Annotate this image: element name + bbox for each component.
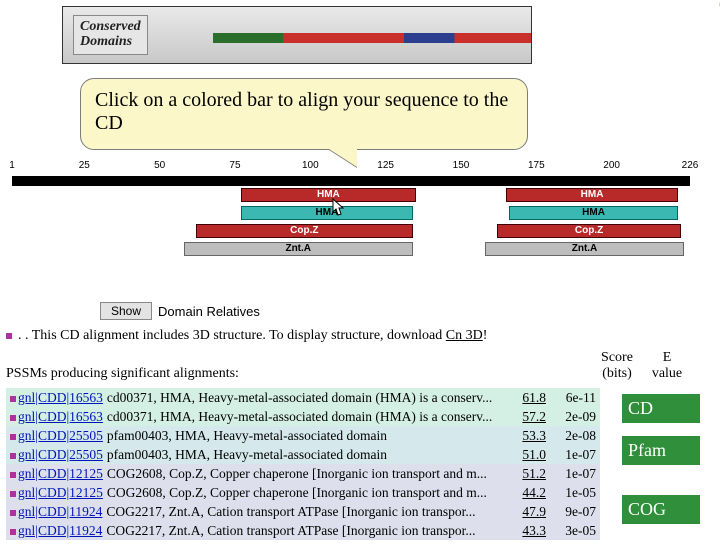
bullet-icon bbox=[10, 434, 16, 440]
pointer-cursor-icon bbox=[330, 198, 346, 218]
show-button[interactable]: Show bbox=[100, 302, 152, 320]
domain-bar[interactable]: HMA bbox=[506, 188, 678, 202]
hit-evalue: 9e-07 bbox=[546, 504, 596, 520]
hit-score[interactable]: 53.3 bbox=[506, 428, 546, 444]
show-relatives-row: Show Domain Relatives bbox=[100, 302, 720, 320]
group-tag-cog: COG bbox=[622, 495, 700, 524]
hit-evalue: 1e-07 bbox=[546, 466, 596, 482]
hit-row: gnl|CDD|16563 cd00371, HMA, Heavy-metal-… bbox=[6, 388, 600, 407]
hit-desc: COG2217, Znt.A, Cation transport ATPase … bbox=[106, 504, 506, 520]
domain-bar[interactable]: HMA bbox=[241, 206, 413, 220]
hit-id-link[interactable]: gnl|CDD|16563 bbox=[18, 390, 103, 406]
bullet-icon bbox=[10, 415, 16, 421]
brand-vertical: NCBI Field.Guide bbox=[714, 0, 720, 10]
ruler-tick: 125 bbox=[377, 160, 394, 171]
domain-track-row: Cop.Z Cop.Z bbox=[12, 222, 690, 240]
hit-score[interactable]: 61.8 bbox=[506, 390, 546, 406]
ruler-tick: 226 bbox=[682, 160, 699, 171]
group-tag-pfam: Pfam bbox=[622, 436, 700, 465]
domain-bar[interactable]: Cop.Z bbox=[497, 224, 681, 238]
bullet-icon bbox=[10, 396, 16, 402]
hit-desc: COG2608, Cop.Z, Copper chaperone [Inorga… bbox=[107, 466, 506, 482]
note-text: . . This CD alignment includes 3D struct… bbox=[18, 328, 446, 343]
ruler-tick: 175 bbox=[528, 160, 545, 171]
conserved-domains-banner: Conserved Domains bbox=[62, 6, 532, 64]
domain-bar[interactable]: Cop.Z bbox=[196, 224, 413, 238]
hit-row: gnl|CDD|12125 COG2608, Cop.Z, Copper cha… bbox=[6, 464, 600, 483]
hit-desc: cd00371, HMA, Heavy-metal-associated dom… bbox=[107, 409, 506, 425]
hit-id-link[interactable]: gnl|CDD|16563 bbox=[18, 409, 103, 425]
domain-track-row: HMA HMA bbox=[12, 204, 690, 222]
hit-score[interactable]: 43.3 bbox=[506, 523, 546, 539]
bullet-icon bbox=[10, 472, 16, 478]
hit-score[interactable]: 51.0 bbox=[506, 447, 546, 463]
hit-row: gnl|CDD|11924 COG2217, Znt.A, Cation tra… bbox=[6, 502, 600, 521]
hit-id-link[interactable]: gnl|CDD|12125 bbox=[18, 466, 103, 482]
hit-score[interactable]: 44.2 bbox=[506, 485, 546, 501]
hit-row: gnl|CDD|16563 cd00371, HMA, Heavy-metal-… bbox=[6, 407, 600, 426]
hit-evalue: 3e-05 bbox=[546, 523, 596, 539]
ruler-tick: 25 bbox=[79, 160, 90, 171]
hint-tooltip: Click on a colored bar to align your seq… bbox=[80, 78, 528, 150]
hit-score[interactable]: 57.2 bbox=[506, 409, 546, 425]
hit-evalue: 2e-08 bbox=[546, 428, 596, 444]
hit-id-link[interactable]: gnl|CDD|25505 bbox=[18, 447, 103, 463]
ruler-tick: 50 bbox=[154, 160, 165, 171]
domain-track-row: HMA HMA bbox=[12, 186, 690, 204]
cn3d-note: . . This CD alignment includes 3D struct… bbox=[6, 328, 720, 344]
banner-color-strip bbox=[213, 33, 531, 43]
query-sequence-bar bbox=[12, 176, 690, 186]
hit-score[interactable]: 51.2 bbox=[506, 466, 546, 482]
pssm-header-score: Score (bits) bbox=[592, 350, 642, 382]
hit-row: gnl|CDD|25505 pfam00403, HMA, Heavy-meta… bbox=[6, 445, 600, 464]
domain-bar[interactable]: HMA bbox=[509, 206, 678, 220]
show-label: Domain Relatives bbox=[158, 304, 260, 319]
hits-table: gnl|CDD|16563 cd00371, HMA, Heavy-metal-… bbox=[6, 388, 600, 540]
hit-id-link[interactable]: gnl|CDD|11924 bbox=[18, 504, 102, 520]
hit-score[interactable]: 47.9 bbox=[506, 504, 546, 520]
hit-id-link[interactable]: gnl|CDD|25505 bbox=[18, 428, 103, 444]
hit-evalue: 1e-05 bbox=[546, 485, 596, 501]
domain-bar[interactable]: Znt.A bbox=[184, 242, 413, 256]
banner-label: Conserved Domains bbox=[73, 15, 148, 54]
domain-track-row: Znt.A Znt.A bbox=[12, 240, 690, 258]
hit-id-link[interactable]: gnl|CDD|12125 bbox=[18, 485, 103, 501]
hit-row: gnl|CDD|11924 COG2217, Znt.A, Cation tra… bbox=[6, 521, 600, 540]
hit-desc: COG2608, Cop.Z, Copper chaperone [Inorga… bbox=[107, 485, 506, 501]
pssm-header: PSSMs producing significant alignments: … bbox=[0, 350, 720, 384]
domain-bar[interactable]: HMA bbox=[241, 188, 416, 202]
hit-desc: pfam00403, HMA, Heavy-metal-associated d… bbox=[107, 447, 506, 463]
pssm-header-label: PSSMs producing significant alignments: bbox=[6, 366, 592, 382]
ruler-tick: 75 bbox=[229, 160, 240, 171]
hit-evalue: 2e-09 bbox=[546, 409, 596, 425]
ruler-tick: 150 bbox=[453, 160, 470, 171]
hit-row: gnl|CDD|12125 COG2608, Cop.Z, Copper cha… bbox=[6, 483, 600, 502]
bullet-icon bbox=[10, 453, 16, 459]
hit-evalue: 1e-07 bbox=[546, 447, 596, 463]
bullet-icon bbox=[10, 491, 16, 497]
hit-desc: COG2217, Znt.A, Cation transport ATPase … bbox=[106, 523, 506, 539]
domain-bar[interactable]: Znt.A bbox=[485, 242, 684, 256]
pssm-header-evalue: E value bbox=[642, 350, 692, 382]
ruler-tick: 100 bbox=[302, 160, 319, 171]
domain-graphic: 1255075100125150175200226 HMAHMAHMAHMACo… bbox=[0, 160, 720, 296]
hit-id-link[interactable]: gnl|CDD|11924 bbox=[18, 523, 102, 539]
ruler-tick: 200 bbox=[603, 160, 620, 171]
hit-desc: cd00371, HMA, Heavy-metal-associated dom… bbox=[107, 390, 506, 406]
hit-desc: pfam00403, HMA, Heavy-metal-associated d… bbox=[107, 428, 506, 444]
group-tag-cd: CD bbox=[622, 394, 700, 423]
bullet-icon bbox=[6, 333, 12, 339]
note-tail: ! bbox=[483, 328, 488, 343]
bullet-icon bbox=[10, 529, 16, 535]
brand-fieldguide: Field.Guide bbox=[715, 0, 720, 10]
hit-row: gnl|CDD|25505 pfam00403, HMA, Heavy-meta… bbox=[6, 426, 600, 445]
hit-evalue: 6e-11 bbox=[546, 390, 596, 406]
cn3d-link[interactable]: Cn 3D bbox=[446, 328, 483, 343]
ruler-tick: 1 bbox=[9, 160, 15, 171]
bullet-icon bbox=[10, 510, 16, 516]
